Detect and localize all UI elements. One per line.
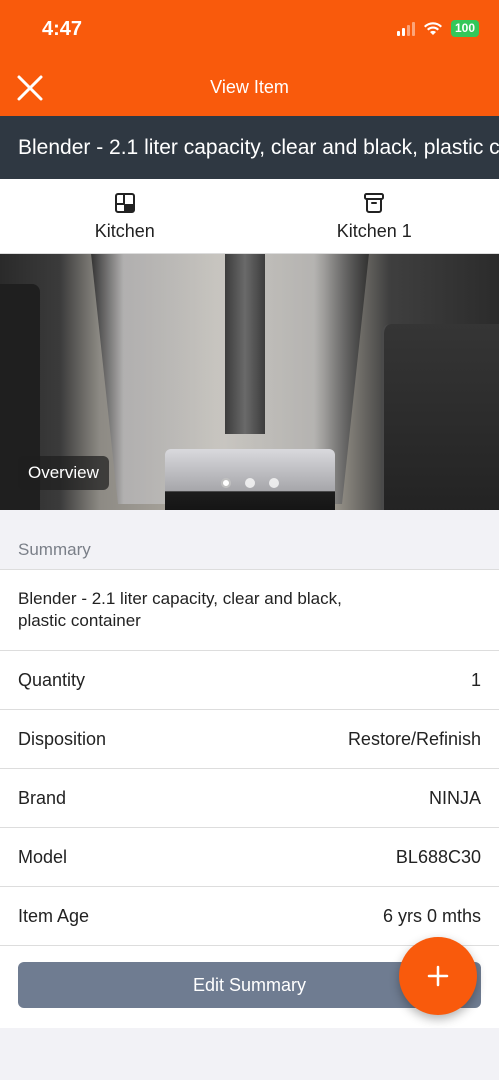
row-label: Quantity [18,669,86,690]
status-time: 4:47 [42,18,83,40]
carousel-dot[interactable] [244,478,255,488]
item-description-line-1: Blender - 2.1 liter capacity, clear and … [18,589,342,608]
photo-blender-blade [225,254,265,434]
item-photo-carousel[interactable]: Overview [0,254,499,510]
battery-indicator: 100 [450,20,479,37]
item-title-bar: Blender - 2.1 liter capacity, clear and … [0,116,499,179]
location-room[interactable]: Kitchen [0,179,250,253]
row-value: 1 [470,669,481,690]
page-title: View Item [210,77,289,97]
box-icon [364,192,385,213]
plus-icon [427,965,449,987]
summary-row-model: Model BL688C30 [0,828,499,887]
location-room-label: Kitchen [94,220,155,241]
location-row: Kitchen Kitchen 1 [0,179,499,254]
item-description-line-2: plastic container [18,611,141,630]
row-value: Restore/Refinish [347,728,481,749]
row-value: 6 yrs 0 mths [382,905,481,926]
row-label: Disposition [18,728,107,749]
carousel-dots [0,478,499,488]
signal-icon [396,21,415,36]
carousel-dot[interactable] [220,478,231,488]
room-icon [114,192,135,213]
row-value: BL688C30 [395,846,481,867]
carousel-dot[interactable] [268,478,279,488]
header: 4:47 100 View Item [0,0,499,116]
status-bar: 4:47 100 [0,0,499,60]
summary-row-quantity: Quantity 1 [0,651,499,710]
row-label: Item Age [18,905,90,926]
location-container-label: Kitchen 1 [336,220,412,241]
wifi-icon [423,22,442,35]
summary-row-disposition: Disposition Restore/Refinish [0,710,499,769]
row-value: NINJA [428,787,481,808]
location-container[interactable]: Kitchen 1 [250,179,499,253]
item-title: Blender - 2.1 liter capacity, clear and … [18,136,499,159]
nav-bar: View Item [0,66,499,110]
row-label: Model [18,846,68,867]
item-description: Blender - 2.1 liter capacity, clear and … [0,570,499,651]
summary-header: Summary [0,510,499,570]
add-button[interactable] [399,937,477,1015]
row-label: Brand [18,787,67,808]
status-icons: 100 [396,20,479,37]
summary-row-brand: Brand NINJA [0,769,499,828]
summary-row-item-age: Item Age 6 yrs 0 mths [0,887,499,946]
